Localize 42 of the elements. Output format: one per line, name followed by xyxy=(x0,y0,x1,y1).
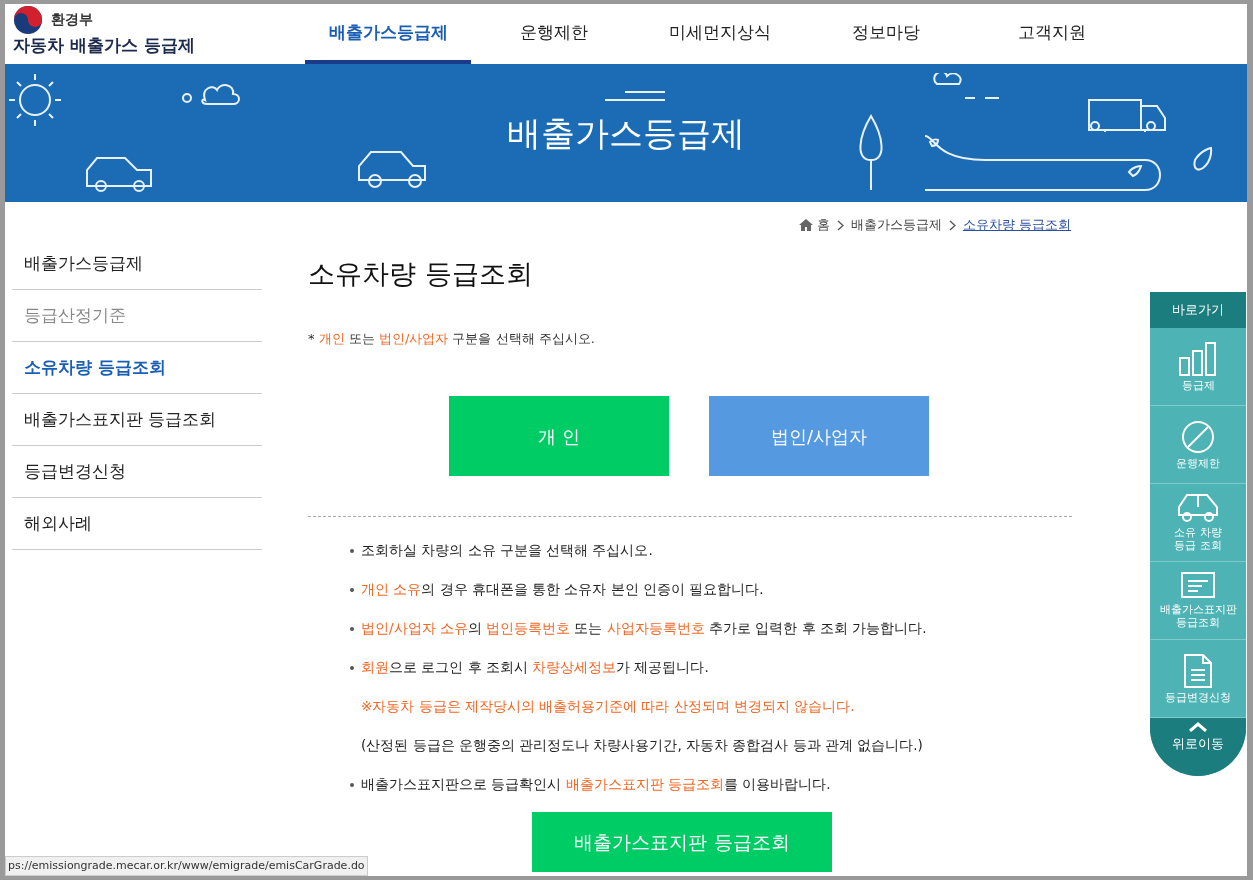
bullet-icon xyxy=(350,782,354,787)
note-text: 개인 소유의 경우 휴대폰을 통한 소유자 본인 인증이 필요합니다. xyxy=(361,580,764,600)
emblem-icon xyxy=(13,4,43,35)
bullet-icon xyxy=(350,665,354,670)
sidebar-item[interactable]: 배출가스표지판 등급조회 xyxy=(12,394,262,446)
quick-menu-title: 바로가기 xyxy=(1150,292,1246,328)
breadcrumb-link[interactable]: 소유차량 등급조회 xyxy=(962,215,1071,235)
bullet-icon xyxy=(350,626,354,631)
signboard-icon xyxy=(1181,572,1215,600)
site-title[interactable]: 자동차 배출가스 등급제 xyxy=(13,34,305,56)
nav-tab[interactable]: 운행제한 xyxy=(471,4,637,64)
nav-tab[interactable]: 미세먼지상식 xyxy=(637,4,803,64)
sidebar-item[interactable]: 해외사례 xyxy=(12,498,262,550)
breadcrumb-link[interactable]: 홈 xyxy=(816,215,830,235)
note-text: 배출가스표지판으로 등급확인시 배출가스표지판 등급조회 를 이용바랍니다. xyxy=(361,775,831,795)
car-icon xyxy=(1177,493,1219,523)
note-text: (산정된 등급은 운행중의 관리정도나 차량사용기간, 자동차 종합검사 등과 관계 없습니다.) xyxy=(361,736,923,756)
ministry-name: 환경부 xyxy=(51,10,93,30)
note-text: ※자동차 등급은 제작당시의 배출허용기준에 따라 산정되며 변경되지 않습니다. xyxy=(361,697,855,717)
bullet-icon xyxy=(350,548,354,553)
note-text: 조회하실 차량의 소유 구분을 선택해 주십시오. xyxy=(361,541,653,561)
note-text: 법인/사업자 소유의 법인등록번호 또는 사업자등록번호 추가로 입력한 후 조회 가능합니다. xyxy=(361,619,927,639)
bar-chart-icon xyxy=(1179,341,1217,376)
page-title: 소유차량 등급조회 xyxy=(308,257,534,291)
nav-tab[interactable]: 고객지원 xyxy=(969,4,1135,64)
sidebar-item[interactable]: 등급변경신청 xyxy=(12,446,262,498)
chevron-right-icon xyxy=(836,219,844,231)
breadcrumb-link[interactable]: 배출가스등급제 xyxy=(850,215,942,235)
note-text: 회원으로 로그인 후 조회시 차량상세정보가 제공됩니다. xyxy=(361,658,709,678)
sidebar-item[interactable]: 배출가스등급제 xyxy=(12,238,262,290)
status-url: ps://emissiongrade.mecar.or.kr/www/emigrade/emisCarGrade.do xyxy=(5,856,368,876)
sidebar-item[interactable]: 소유차량 등급조회 xyxy=(12,342,262,394)
document-icon xyxy=(1184,653,1212,688)
scroll-top-button[interactable]: 위로이동 xyxy=(1150,718,1246,776)
bullet-icon xyxy=(350,587,354,592)
nav-tab[interactable]: 정보마당 xyxy=(803,4,969,64)
prohibited-icon xyxy=(1181,419,1215,454)
instruction-text: * 개인 또는 법인/사업자 구분을 선택해 주십시오. xyxy=(308,329,596,348)
home-icon xyxy=(798,219,813,231)
chevron-right-icon xyxy=(948,219,956,231)
chevron-up-icon xyxy=(1189,722,1207,732)
banner-title: 배출가스등급제 xyxy=(507,111,745,155)
